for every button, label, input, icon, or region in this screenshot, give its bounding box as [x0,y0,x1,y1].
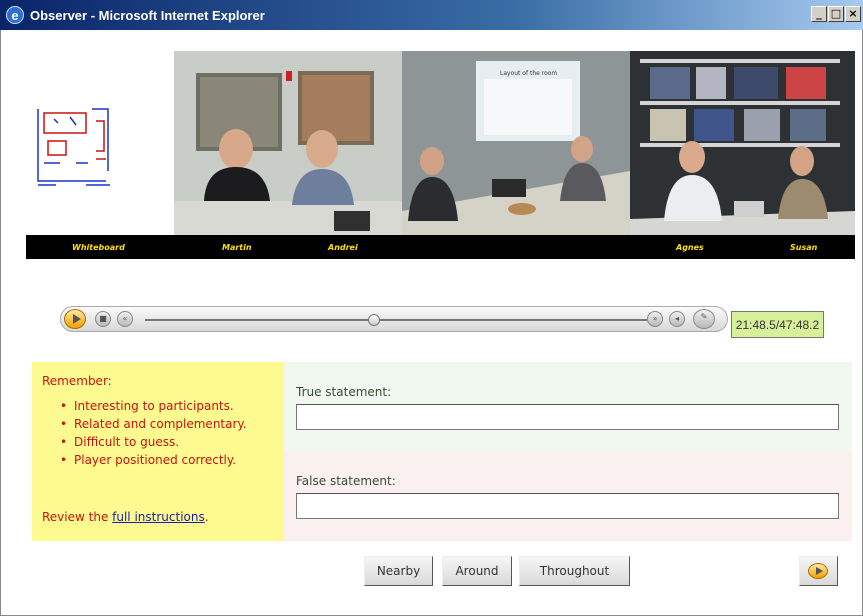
review-line: Review the full instructions. [42,510,209,524]
andrei-label: Andrei [328,243,358,252]
martin-andrei-image [174,51,402,235]
false-statement-panel: False statement: [284,451,852,541]
close-button[interactable]: × [845,6,861,22]
martin-andrei-panel: Martin Andrei [174,51,402,259]
around-button[interactable]: Around [442,556,512,586]
reminder-item: Difficult to guess. [60,433,276,451]
full-instructions-link[interactable]: full instructions [112,510,205,524]
window-title: Observer - Microsoft Internet Explorer [30,7,265,23]
reminder-item: Interesting to participants. [60,397,276,415]
next-button[interactable] [799,556,838,586]
media-player-bar: ■ « » ◂ ✎ [60,306,728,332]
susan-label: Susan [790,243,818,252]
volume-icon[interactable]: ◂ [669,311,685,327]
throughout-button[interactable]: Throughout [519,556,630,586]
reminder-heading: Remember: [42,374,112,388]
true-statement-label: True statement: [296,385,392,399]
agnes-susan-label-bar: Agnes Susan [630,235,855,259]
reminder-list: Interesting to participants. Related and… [60,397,276,469]
group-scene: Layout of the room [402,51,630,235]
minimize-button[interactable]: _ [811,6,827,22]
nearby-button[interactable]: Nearby [364,556,433,586]
seek-slider-thumb[interactable] [368,314,381,326]
false-statement-input[interactable] [296,493,839,519]
play-button[interactable] [64,309,86,329]
agnes-susan-image [630,51,855,235]
fast-forward-button[interactable]: » [647,311,663,327]
window-controls: _ □ × [811,6,861,22]
review-prefix: Review the [42,510,113,524]
true-statement-input[interactable] [296,404,839,430]
rewind-button[interactable]: « [117,311,133,327]
window-body: Whiteboard Martin Andrei Layout of the r… [0,30,863,616]
whiteboard-panel: Whiteboard [26,51,174,259]
internet-explorer-icon: e [6,6,24,24]
time-readout: 21:48.5/47:48.2 [731,311,824,338]
martin-andrei-scene [174,51,402,235]
title-bar: e Observer - Microsoft Internet Explorer… [0,0,863,30]
false-statement-label: False statement: [296,474,396,488]
agnes-susan-panel: Agnes Susan [630,51,855,259]
caption-icon[interactable]: ✎ [693,309,715,329]
stop-button[interactable]: ■ [95,311,111,327]
projector-screen-text: Layout of the room [500,70,557,77]
martin-andrei-label-bar: Martin Andrei [174,235,402,259]
group-image: Layout of the room [402,51,630,235]
next-arrow-icon [808,563,828,579]
video-strip: Whiteboard Martin Andrei Layout of the r… [26,51,855,259]
maximize-button[interactable]: □ [828,6,844,22]
whiteboard-label: Whiteboard [72,243,125,252]
whiteboard-label-bar: Whiteboard [26,235,174,259]
whiteboard-sketch [37,108,110,186]
reminder-item: Related and complementary. [60,415,276,433]
seek-track[interactable] [145,319,647,321]
true-statement-panel: True statement: [284,362,852,451]
group-panel: Layout of the room [402,51,630,259]
martin-label: Martin [222,243,252,252]
reminder-panel: Remember: Interesting to participants. R… [32,362,284,541]
group-label-bar [402,235,630,259]
reminder-item: Player positioned correctly. [60,451,276,469]
whiteboard-image [26,51,174,235]
agnes-susan-scene [630,51,855,235]
agnes-label: Agnes [676,243,704,252]
review-suffix: . [204,510,209,524]
